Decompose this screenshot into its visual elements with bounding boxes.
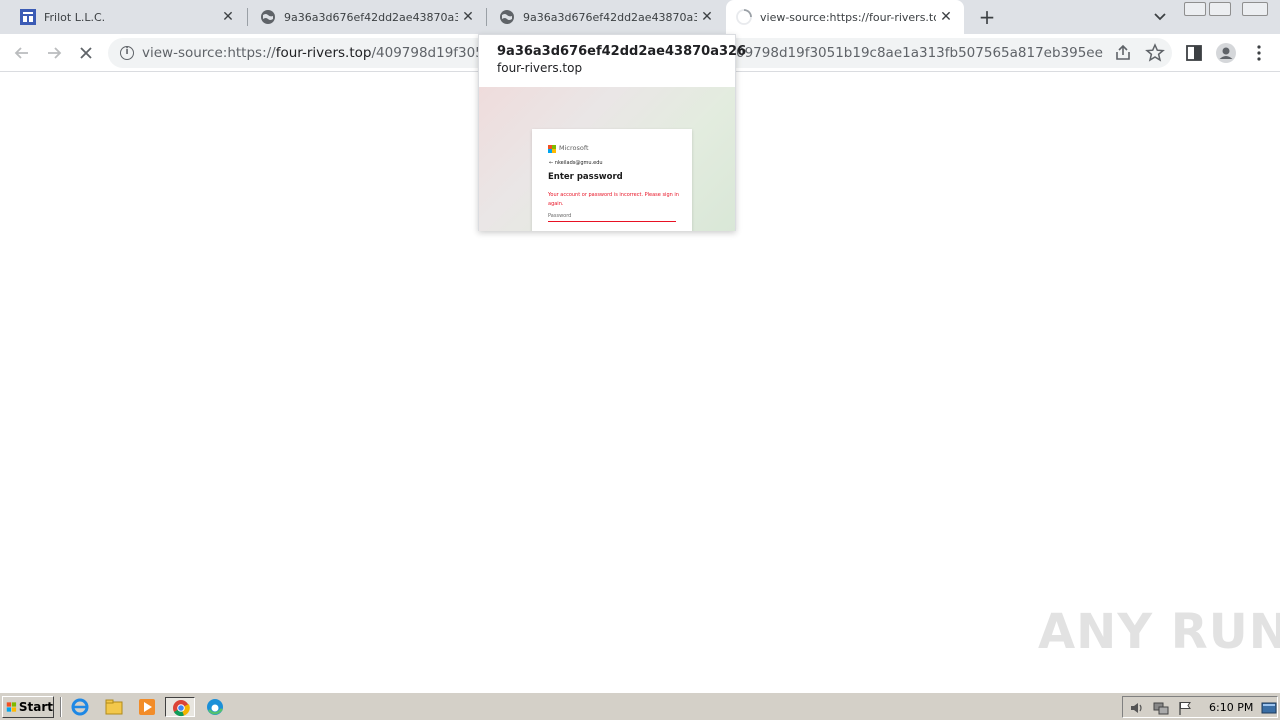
tab-title: view-source:https://four-rivers.top/ (760, 10, 936, 24)
globe-icon (261, 10, 275, 24)
restore-button[interactable] (1209, 2, 1231, 16)
edge-icon[interactable] (205, 697, 225, 717)
error-message: Your account or password is incorrect. P… (548, 192, 679, 207)
globe-icon (500, 10, 514, 24)
taskbar: Start 6:10 PM (0, 692, 1280, 720)
site-info-icon[interactable]: i (120, 46, 134, 60)
tab-title: Frilot L.L.C. (44, 10, 106, 24)
hover-card-title: 9a36a3d676ef42dd2ae43870a326 (497, 44, 747, 59)
taskbar-chrome-button[interactable] (165, 697, 195, 717)
tab-hash-1[interactable]: 9a36a3d676ef42dd2ae43870a3263 ✕ (240, 0, 486, 34)
anyrun-watermark: ANY RUN (1038, 604, 1280, 660)
tab-frilot[interactable]: Frilot L.L.C. ✕ (0, 0, 246, 34)
stop-loading-icon[interactable] (75, 42, 97, 64)
internet-explorer-icon[interactable] (70, 697, 90, 717)
hover-card-domain: four-rivers.top (497, 61, 583, 75)
share-icon[interactable] (1112, 42, 1134, 64)
tab-title: 9a36a3d676ef42dd2ae43870a3263 (523, 10, 697, 24)
tab-close-icon[interactable]: ✕ (697, 9, 717, 25)
tab-close-icon[interactable]: ✕ (458, 9, 478, 25)
clock: 6:10 PM (1209, 701, 1254, 714)
password-field-preview: Password (548, 213, 676, 222)
back-arrow-icon[interactable] (11, 42, 33, 64)
tab-hover-card: 9a36a3d676ef42dd2ae43870a326 four-rivers… (478, 34, 746, 231)
start-button[interactable]: Start (2, 696, 54, 718)
chrome-icon (173, 700, 190, 717)
tab-title: 9a36a3d676ef42dd2ae43870a3263 (284, 10, 458, 24)
site-favicon-icon (20, 9, 36, 25)
minimize-button[interactable] (1184, 2, 1206, 16)
system-tray: 6:10 PM (1122, 696, 1278, 718)
bookmark-star-icon[interactable] (1144, 42, 1166, 64)
forward-arrow-icon[interactable] (43, 42, 65, 64)
file-explorer-icon[interactable] (104, 697, 124, 717)
tab-hash-2[interactable]: 9a36a3d676ef42dd2ae43870a3263 ✕ (479, 0, 725, 34)
more-menu-icon[interactable] (1248, 42, 1270, 64)
signin-card-preview: Microsoft ← nkeilads@gmu.edu Enter passw… (532, 129, 692, 231)
microsoft-logo-icon (548, 145, 556, 153)
new-tab-button[interactable]: + (976, 6, 998, 28)
loading-spinner-icon (736, 9, 752, 25)
close-window-button[interactable] (1242, 2, 1268, 16)
windows-flag-icon (6, 702, 17, 712)
start-label: Start (18, 700, 53, 714)
side-panel-icon[interactable] (1183, 42, 1205, 64)
address-url-tail: 09798d19f3051b19c8ae1a313fb507565a817eb3… (736, 45, 1103, 61)
profile-avatar-icon[interactable] (1215, 42, 1237, 64)
tab-preview-thumbnail: Microsoft ← nkeilads@gmu.edu Enter passw… (479, 87, 735, 231)
brand-name: Microsoft (559, 144, 589, 152)
tab-close-icon[interactable]: ✕ (218, 9, 238, 25)
taskbar-separator (60, 697, 62, 717)
media-player-icon[interactable] (137, 697, 157, 717)
show-desktop-icon[interactable] (1261, 700, 1277, 716)
address-url: view-source:https://four-rivers.top/4097… (142, 45, 501, 61)
signin-heading: Enter password (548, 172, 623, 182)
volume-icon[interactable] (1129, 700, 1145, 716)
network-icon[interactable] (1153, 700, 1169, 716)
tab-search-chevron-icon[interactable] (1150, 8, 1170, 26)
tab-close-icon[interactable]: ✕ (936, 9, 956, 25)
tab-strip: Frilot L.L.C. ✕ 9a36a3d676ef42dd2ae43870… (0, 0, 1280, 34)
account-email: ← nkeilads@gmu.edu (549, 160, 603, 166)
tab-view-source[interactable]: view-source:https://four-rivers.top/ ✕ (726, 0, 964, 34)
action-center-flag-icon[interactable] (1177, 700, 1193, 716)
